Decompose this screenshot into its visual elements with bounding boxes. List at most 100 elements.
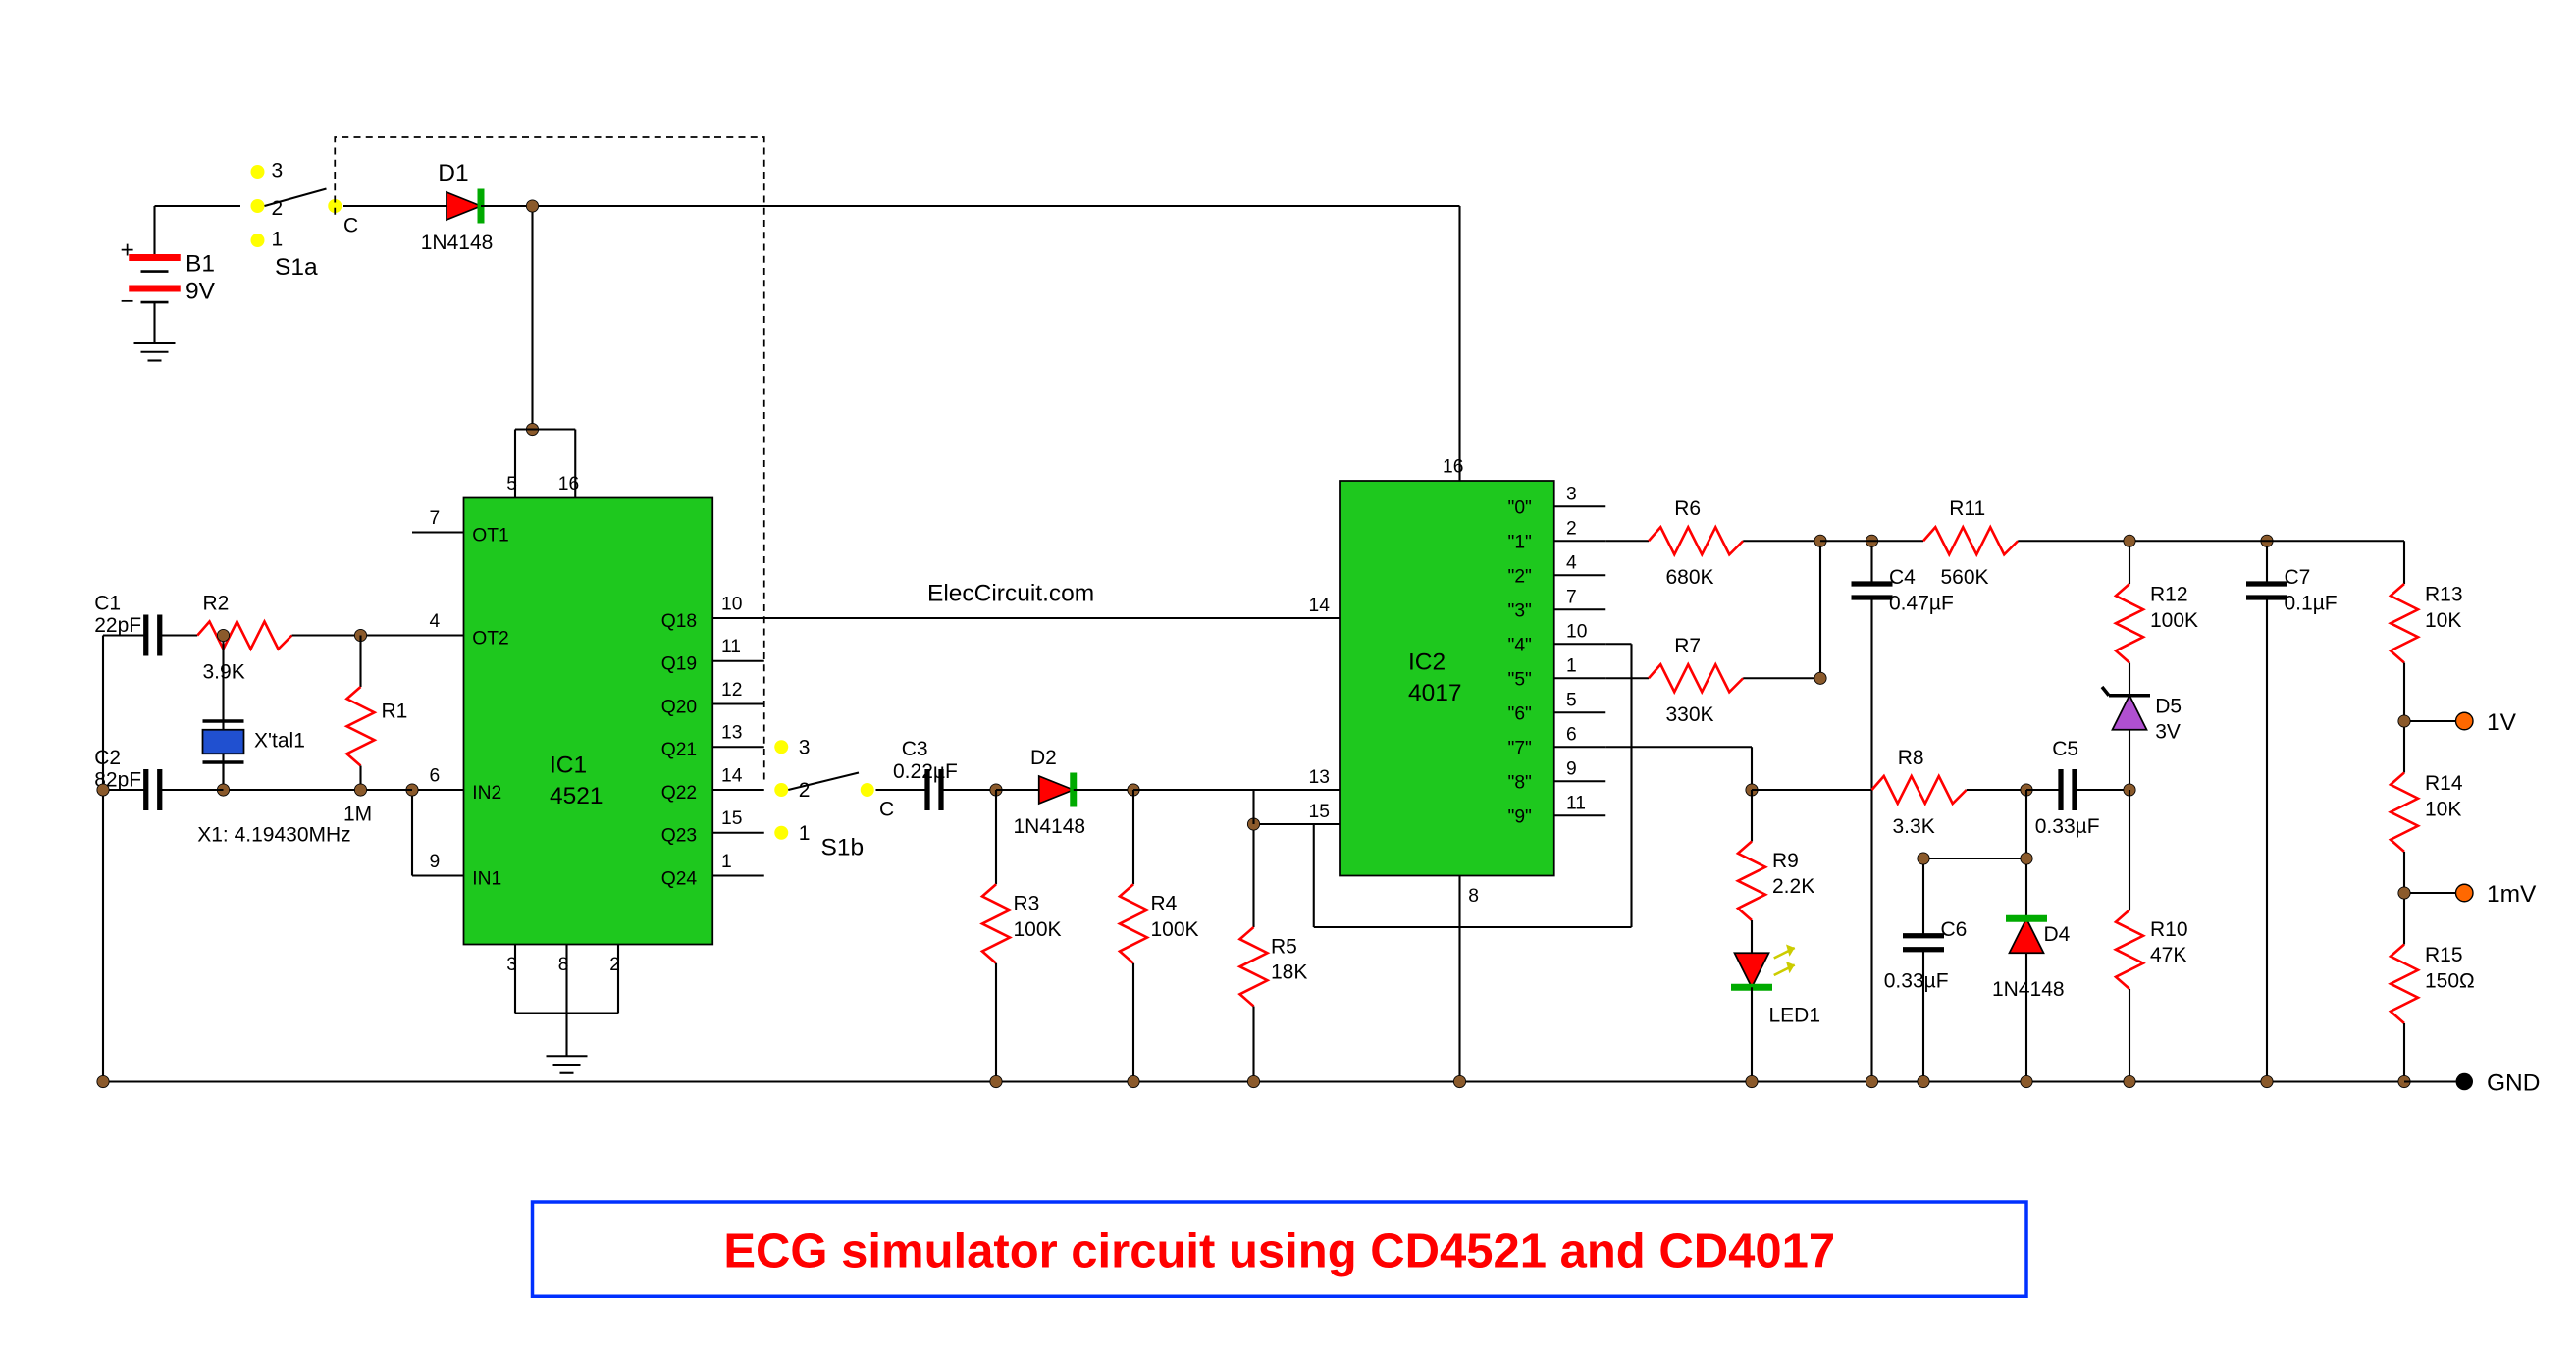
res-r8: R8 3.3K (1872, 747, 2027, 838)
svg-text:2: 2 (609, 955, 620, 975)
svg-text:R2: R2 (203, 592, 230, 614)
svg-text:4017: 4017 (1408, 680, 1462, 706)
svg-text:−: − (121, 288, 134, 315)
svg-text:3: 3 (506, 955, 517, 975)
svg-text:13: 13 (1309, 767, 1330, 788)
svg-text:R6: R6 (1674, 497, 1701, 520)
res-r1: R1 1M (343, 636, 407, 826)
svg-text:10K: 10K (2425, 609, 2461, 632)
cap-c5: C5 0.33µF (2026, 738, 2129, 838)
res-r7: R7 330K (1605, 635, 1820, 726)
svg-text:5: 5 (506, 474, 517, 494)
res-r12: R12 100K (2116, 535, 2198, 696)
cap-c6: C6 0.33µF (1884, 858, 1968, 1088)
svg-text:1M: 1M (343, 804, 372, 826)
res-r10: R10 47K (2116, 858, 2188, 1088)
svg-text:3.3K: 3.3K (1893, 815, 1935, 838)
svg-text:GND: GND (2487, 1069, 2540, 1096)
svg-text:13: 13 (721, 723, 742, 744)
svg-text:100K: 100K (1151, 918, 1199, 941)
svg-text:9: 9 (430, 852, 441, 872)
title-box: ECG simulator circuit using CD4521 and C… (533, 1202, 2027, 1296)
svg-text:R9: R9 (1772, 850, 1799, 872)
res-r14: R14 10K (2391, 721, 2463, 893)
svg-text:7: 7 (430, 508, 441, 529)
svg-text:"5": "5" (1508, 669, 1533, 690)
svg-text:S1a: S1a (275, 254, 318, 281)
svg-text:4: 4 (1566, 552, 1577, 573)
cap-c4: C4 0.47µF (1852, 535, 1954, 1088)
svg-text:C2: C2 (94, 747, 121, 769)
svg-text:560K: 560K (1941, 566, 1989, 589)
svg-text:1: 1 (721, 852, 732, 872)
svg-text:47K: 47K (2150, 944, 2186, 966)
svg-text:"1": "1" (1508, 532, 1533, 552)
svg-text:680K: 680K (1666, 566, 1714, 589)
svg-text:4: 4 (430, 611, 441, 632)
svg-text:C1: C1 (94, 592, 121, 614)
output-1mv: 1mV (2398, 881, 2537, 908)
svg-text:C7: C7 (2285, 566, 2311, 589)
zener-d5: D5 3V (2102, 687, 2182, 790)
svg-text:14: 14 (721, 765, 743, 786)
diode-d2: D2 1N4148 (996, 747, 1133, 838)
svg-text:"3": "3" (1508, 600, 1533, 621)
svg-text:1N4148: 1N4148 (1992, 978, 2065, 1001)
svg-text:18K: 18K (1271, 962, 1307, 984)
svg-text:2: 2 (799, 779, 811, 802)
svg-text:C: C (343, 214, 358, 236)
ic1-4521: IC1 4521 5 16 7OT1 4OT2 6IN2 9IN1 10Q18 … (412, 430, 764, 1073)
svg-text:5: 5 (1566, 690, 1577, 710)
svg-text:3V: 3V (2155, 721, 2181, 744)
svg-text:R1: R1 (382, 701, 408, 723)
svg-text:Q24: Q24 (661, 868, 698, 889)
svg-text:0.1µF: 0.1µF (2285, 592, 2338, 614)
svg-text:1N4148: 1N4148 (421, 232, 494, 254)
source-label: ElecCircuit.com (927, 581, 1094, 607)
svg-text:D5: D5 (2155, 695, 2182, 717)
svg-text:0.47µF: 0.47µF (1889, 592, 1954, 614)
svg-text:LED1: LED1 (1769, 1004, 1821, 1026)
svg-text:Q22: Q22 (661, 783, 697, 804)
svg-text:"9": "9" (1508, 806, 1533, 827)
svg-text:1mV: 1mV (2487, 881, 2537, 908)
svg-text:IC1: IC1 (550, 753, 587, 779)
res-r13: R13 10K (2391, 541, 2463, 721)
svg-text:100K: 100K (1014, 918, 1062, 941)
svg-text:R7: R7 (1674, 635, 1701, 657)
svg-text:D2: D2 (1030, 747, 1057, 769)
diode-d1: D1 1N4148 (412, 160, 533, 254)
svg-text:IN2: IN2 (472, 783, 501, 804)
svg-text:330K: 330K (1666, 703, 1714, 726)
svg-text:8: 8 (1468, 886, 1479, 907)
svg-text:R15: R15 (2425, 944, 2463, 966)
svg-text:8: 8 (558, 955, 569, 975)
svg-text:C5: C5 (2052, 738, 2078, 760)
svg-text:14: 14 (1309, 596, 1331, 616)
diode-d4: D4 1N4148 (1992, 858, 2071, 1088)
svg-text:"2": "2" (1508, 566, 1533, 587)
svg-text:Q21: Q21 (661, 740, 697, 760)
svg-text:D1: D1 (438, 160, 468, 186)
svg-text:16: 16 (1443, 456, 1463, 477)
svg-text:1N4148: 1N4148 (1014, 815, 1086, 838)
svg-text:R12: R12 (2150, 584, 2188, 606)
svg-text:0.22µF: 0.22µF (893, 760, 958, 783)
svg-text:C3: C3 (902, 738, 928, 760)
svg-text:10: 10 (721, 594, 742, 614)
svg-text:1: 1 (799, 822, 811, 845)
svg-text:"8": "8" (1508, 772, 1533, 793)
svg-text:15: 15 (1309, 802, 1330, 822)
svg-text:"6": "6" (1508, 703, 1533, 724)
svg-text:R4: R4 (1151, 893, 1178, 915)
svg-text:R13: R13 (2425, 584, 2463, 606)
output-gnd: GND (2404, 1069, 2540, 1096)
output-1v: 1V (2398, 709, 2517, 736)
svg-text:7: 7 (1566, 587, 1577, 607)
cap-c1: C1 22pF (94, 592, 197, 655)
svg-text:2: 2 (272, 197, 284, 220)
svg-text:IN1: IN1 (472, 868, 501, 889)
svg-text:Q18: Q18 (661, 611, 697, 632)
res-r2: R2 3.9K (197, 592, 412, 683)
svg-text:R3: R3 (1014, 893, 1040, 915)
